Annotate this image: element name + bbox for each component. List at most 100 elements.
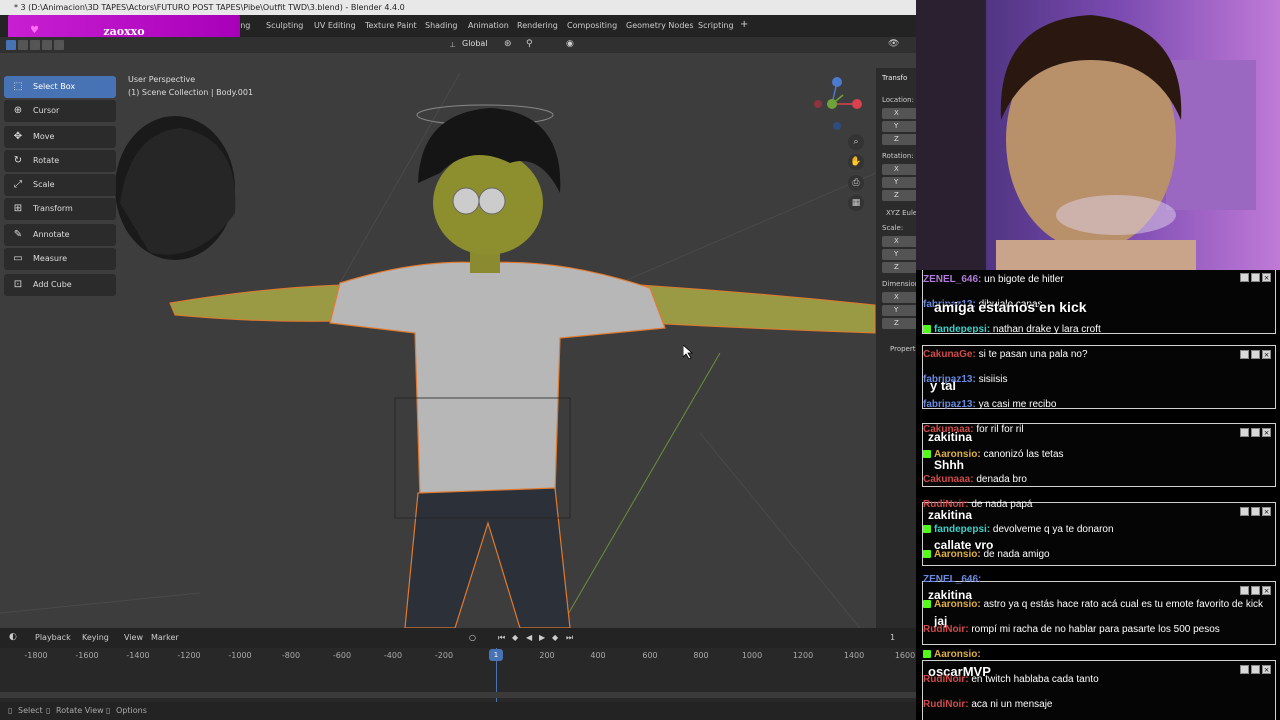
frame-tick: -1200 [177,651,201,660]
next-keyframe-icon[interactable]: ◆ [552,633,558,642]
shirt-mesh [329,261,666,499]
chat-message: Aaronsio: astro ya q estás hace rato acá… [923,599,1263,610]
minimize-icon [1240,273,1249,282]
jump-end-icon[interactable]: ⏭ [566,633,573,643]
frame-tick: 200 [539,651,555,660]
tab-shading[interactable]: Shading [425,21,458,30]
rotation-z-field[interactable]: Z [882,190,916,201]
maximize-icon [1251,586,1260,595]
pivot-icon[interactable]: ⊛ [504,39,512,49]
tool-move[interactable]: ✥ Move [4,126,116,148]
transform-panel-header[interactable]: Transfo [882,74,907,82]
properties-panel-header[interactable]: Properti [890,345,916,353]
tool-cursor[interactable]: ⊕ Cursor [4,100,116,122]
editor-type-icon[interactable]: ◐ [9,632,17,642]
chat-message: RudiNoir: en twitch hablaba cada tanto [923,674,1099,685]
dimensions-x-field[interactable]: X [882,292,916,303]
frame-tick: 1600 [894,651,916,660]
select-new-icon[interactable] [6,40,16,50]
chat-message: RudiNoir: rompí mi racha de no hablar pa… [923,624,1220,635]
location-y-field[interactable]: Y [882,121,916,132]
frame-tick: -800 [281,651,301,660]
tab-animation[interactable]: Animation [468,21,509,30]
frame-tick: -1800 [24,651,48,660]
proportional-edit-icon[interactable]: ◉ [566,39,574,49]
frame-tick: -200 [434,651,454,660]
rotation-x-field[interactable]: X [882,164,916,175]
rotation-y-field[interactable]: Y [882,177,916,188]
dimensions-y-field[interactable]: Y [882,305,916,316]
maximize-icon [1251,507,1260,516]
tool-transform[interactable]: ⊞ Transform [4,198,116,220]
dimensions-z-field[interactable]: Z [882,318,916,329]
tab-uv-editing[interactable]: UV Editing [314,21,356,30]
ortho-grid-icon[interactable]: ▦ [848,195,864,211]
maximize-icon [1251,665,1260,674]
maximize-icon [1251,273,1260,282]
chat-message: ZENEL_646: un bigote de hitler [923,274,1064,285]
scale-x-field[interactable]: X [882,236,916,247]
y-axis-line [559,352,721,628]
select-subtract-icon[interactable] [30,40,40,50]
record-icon[interactable]: ○ [469,633,476,642]
tool-annotate[interactable]: ✎ Annotate [4,224,116,246]
tab-scripting[interactable]: Scripting [698,21,734,30]
tool-add-cube[interactable]: ⊡ Add Cube [4,274,116,296]
rotation-label: Rotation: [882,152,914,160]
scale-z-field[interactable]: Z [882,262,916,273]
jump-start-icon[interactable]: ⏮ [498,633,505,643]
rotation-mode-dropdown[interactable]: XYZ Eule [886,209,916,217]
tab-compositing[interactable]: Compositing [567,21,617,30]
select-invert-icon[interactable] [42,40,52,50]
webcam-feed [916,0,1280,278]
add-workspace-button[interactable]: + [740,19,748,30]
snap-icon[interactable]: ⚲ [526,39,533,49]
select-intersect-icon[interactable] [54,40,64,50]
camera-view-icon[interactable]: ⎙ [848,175,864,191]
tool-rotate[interactable]: ↻ Rotate [4,150,116,172]
frame-tick: 800 [693,651,709,660]
right-glasses-lens [478,187,506,215]
zoom-icon[interactable]: ⌕ [848,134,864,150]
play-reverse-icon[interactable]: ◀ [526,633,532,642]
location-z-field[interactable]: Z [882,134,916,145]
select-extend-icon[interactable] [18,40,28,50]
right-arm [639,284,876,334]
timeline[interactable]: -1800 -1600 -1400 -1200 -1000 -800 -600 … [0,648,916,702]
selection-mode-icons [6,40,64,50]
visibility-icon[interactable]: 👁 [888,39,899,49]
minimize-icon [1240,586,1249,595]
play-icon[interactable]: ▶ [539,633,545,642]
3d-viewport[interactable]: User Perspective (1) Scene Collection | … [0,53,876,628]
tool-scale[interactable]: ⤢ Scale [4,174,116,196]
tab-geometry-nodes[interactable]: Geometry Nodes [626,21,693,30]
keying-menu[interactable]: Keying [82,633,109,642]
current-frame-field[interactable]: 1 [890,633,895,642]
location-x-field[interactable]: X [882,108,916,119]
window-buttons: × [1240,665,1271,674]
tool-measure[interactable]: ▭ Measure [4,248,116,270]
maximize-icon [1251,428,1260,437]
viewport-mode-label: User Perspective [128,75,196,84]
chat-overlay: × ZENEL_646: un bigote de hitler fabripa… [916,270,1280,720]
playhead[interactable]: 1 [489,649,503,661]
orientation-dropdown[interactable]: Global [462,39,488,48]
tool-select-box[interactable]: ⬚ Select Box [4,76,116,98]
tab-sculpting[interactable]: Sculpting [266,21,303,30]
prev-keyframe-icon[interactable]: ◆ [512,633,518,642]
scale-y-field[interactable]: Y [882,249,916,260]
transform-icon: ⊞ [13,203,23,214]
playback-menu[interactable]: Playback [35,633,71,642]
view-menu[interactable]: View [124,633,143,642]
frame-tick: -1600 [75,651,99,660]
pan-hand-icon[interactable]: ✋ [848,154,864,170]
navigation-gizmo[interactable] [810,73,870,133]
frame-tick: 1000 [741,651,763,660]
tab-rendering[interactable]: Rendering [517,21,558,30]
marker-menu[interactable]: Marker [151,633,179,642]
timeline-scrollbar[interactable] [0,692,916,698]
tab-texture-paint[interactable]: Texture Paint [365,21,417,30]
chat-message: fabripaz13: ya casi me recibo [923,399,1057,410]
minimize-icon [1240,428,1249,437]
emote-overlay: zakitina [928,430,973,444]
